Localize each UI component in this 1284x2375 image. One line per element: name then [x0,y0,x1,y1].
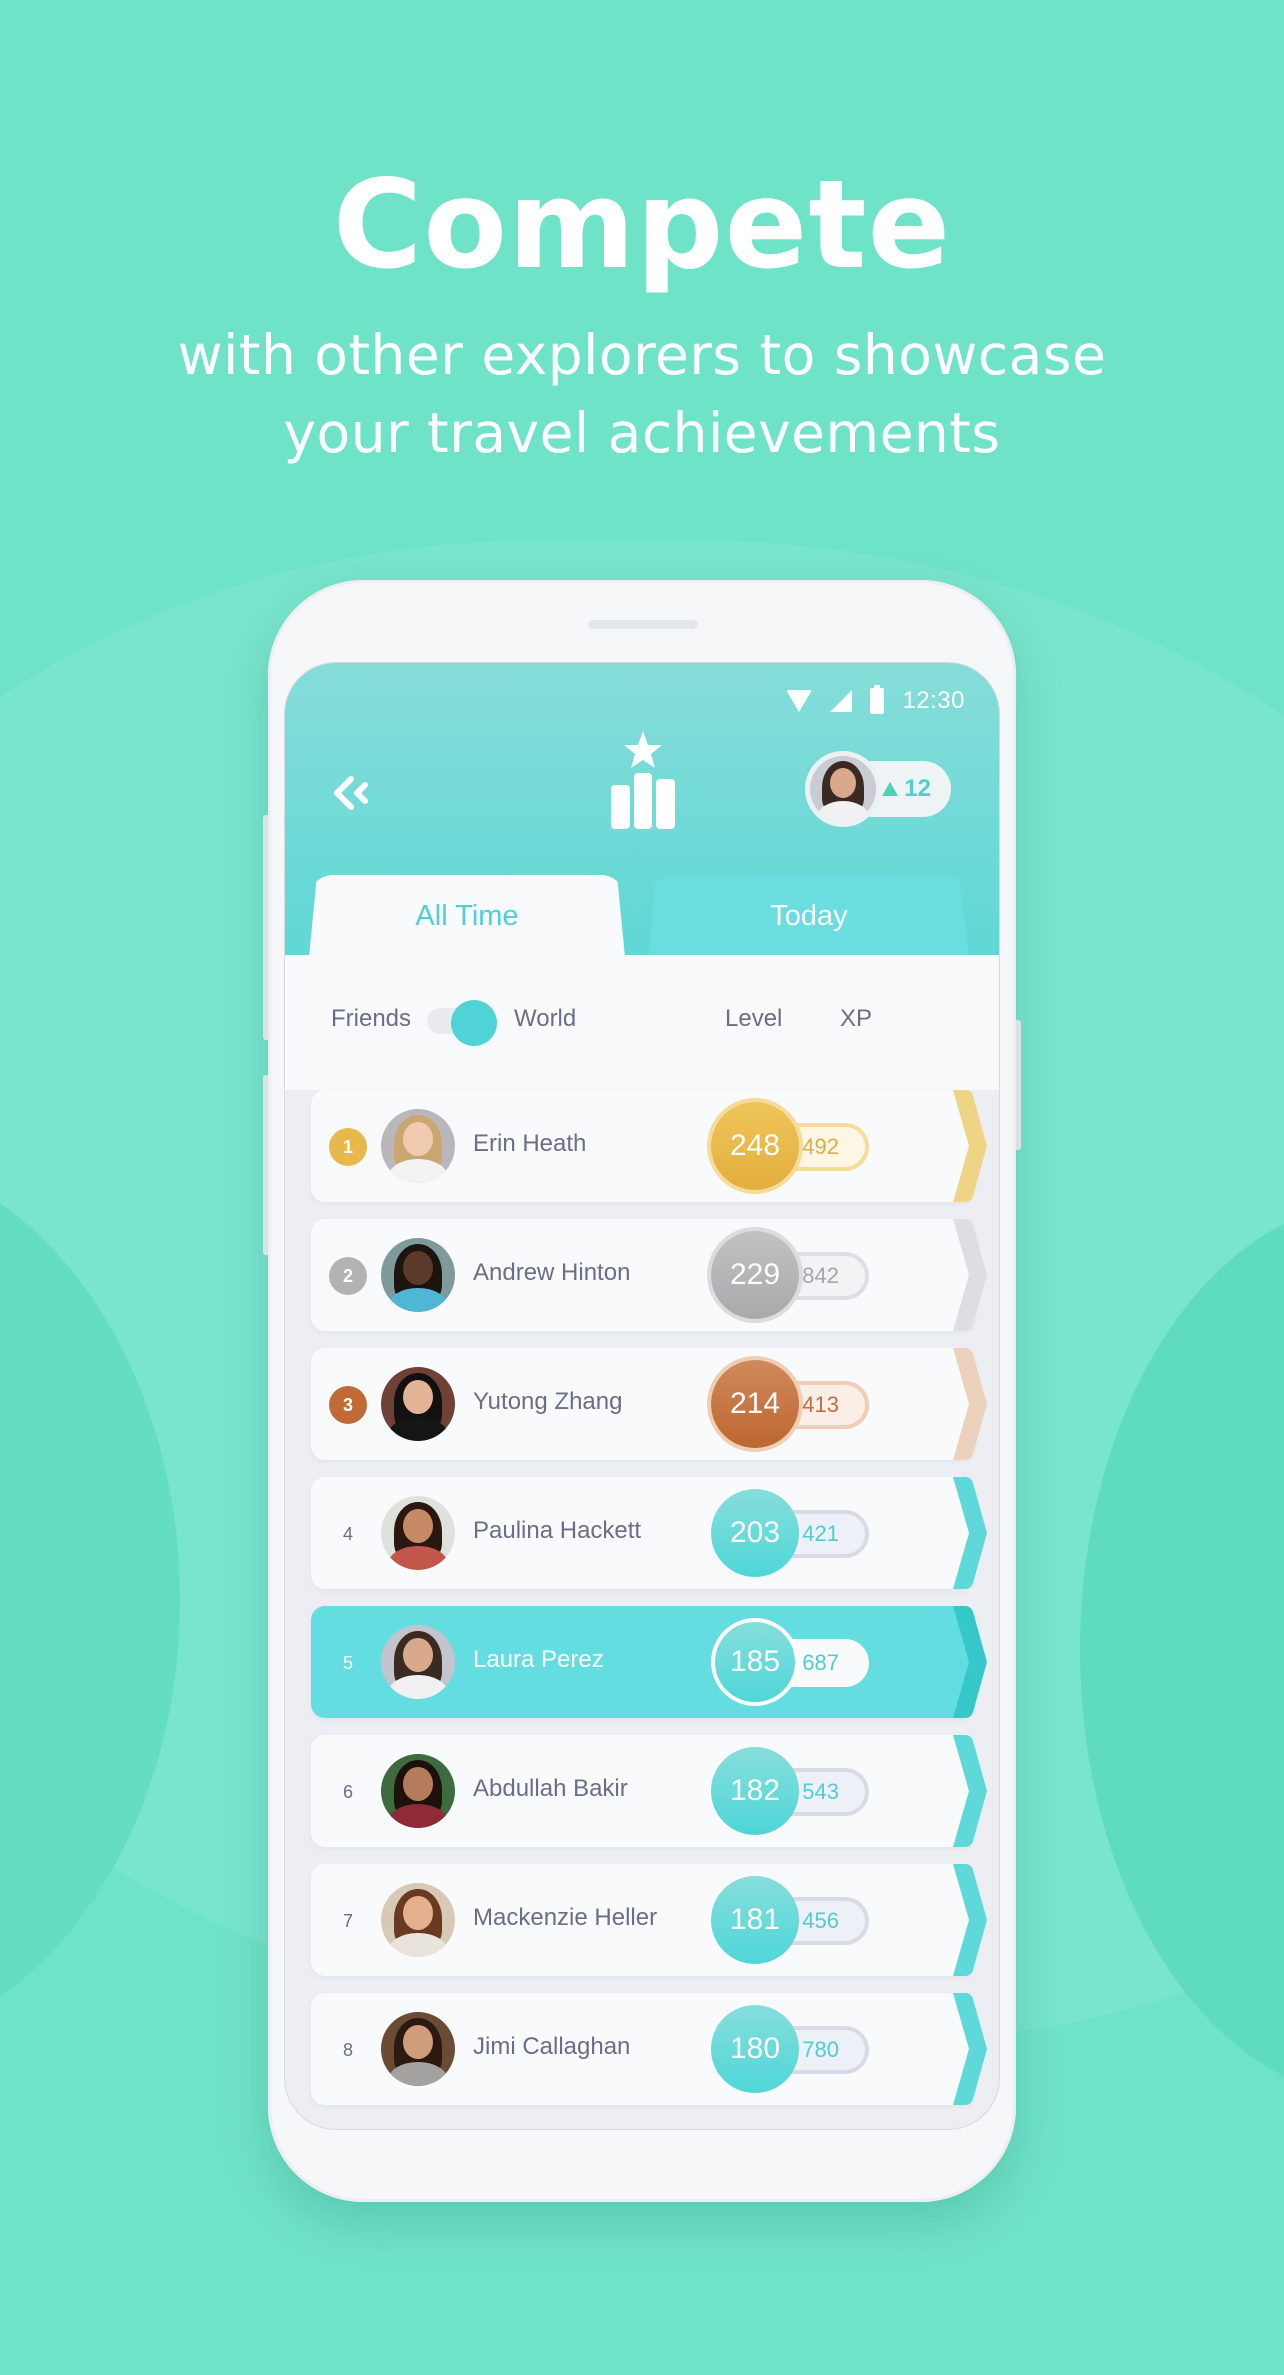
level-badge: 182 [711,1747,799,1835]
user-avatar [381,1883,455,1957]
chevron-right-icon [953,1090,987,1202]
toggle-knob [451,1000,497,1046]
friends-label[interactable]: Friends [331,1005,411,1033]
user-avatar [381,2012,455,2086]
level-badge: 214 [711,1360,799,1448]
rank-badge: 8 [342,2039,353,2060]
battery-icon [870,685,885,714]
rank-badge: 5 [342,1652,353,1673]
avatar-image [810,756,876,822]
user-name: Andrew Hinton [473,1259,631,1286]
double-chevron-left-icon [334,776,368,810]
app-header: 12:30 12 All Time Today [285,663,999,957]
leaderboard-row[interactable]: 6 Abdullah Bakir 17 543 182 [311,1735,987,1847]
level-column-header: Level [725,1005,783,1032]
app-screen: 12:30 12 All Time Today Friends World Le… [284,662,1000,2130]
user-avatar [381,1238,455,1312]
level-badge: 185 [711,1618,799,1706]
user-avatar [381,1754,455,1828]
leaderboard-row[interactable]: 1 Erin Heath 24 492 248 [311,1090,987,1202]
user-name: Yutong Zhang [473,1388,623,1415]
back-button[interactable] [325,763,385,823]
current-user-avatar [805,751,881,827]
leaderboard-star-icon [607,731,679,831]
rank-badge: 1 [329,1128,367,1166]
level-badge: 181 [711,1876,799,1964]
chevron-right-icon [953,1219,987,1331]
user-name: Erin Heath [473,1130,587,1157]
rank-badge: 2 [329,1257,367,1295]
chevron-right-icon [953,1735,987,1847]
current-user-badge[interactable]: 12 [805,751,955,827]
leaderboard-row[interactable]: 4 Paulina Hackett 20 421 203 [311,1477,987,1589]
leaderboard-row[interactable]: 8 Jimi Callaghan 16 780 180 [311,1993,987,2105]
leaderboard-row[interactable]: 2 Andrew Hinton 22 842 229 [311,1219,987,1331]
user-avatar [381,1625,455,1699]
phone-speaker [588,620,698,629]
level-badge: 203 [711,1489,799,1577]
user-avatar [381,1367,455,1441]
level-badge: 248 [711,1102,799,1190]
chevron-right-icon [953,1348,987,1460]
friends-world-toggle[interactable] [427,1000,499,1046]
chevron-right-icon [953,1993,987,2105]
chevron-right-icon [953,1477,987,1589]
user-name: Abdullah Bakir [473,1775,628,1802]
user-name: Paulina Hackett [473,1517,642,1544]
leaderboard-row[interactable]: 5 Laura Perez 17 687 185 [311,1606,987,1718]
leaderboard-row[interactable]: 7 Mackenzie Heller 17 456 181 [311,1864,987,1976]
rank-badge: 4 [342,1523,353,1544]
status-bar: 12:30 [786,683,965,719]
promo-subtitle-line2: your travel achievements [283,401,1001,465]
signal-icon [830,690,853,712]
filter-bar: Friends World Level XP [285,955,999,1090]
status-time: 12:30 [902,687,965,714]
tab-today[interactable]: Today [649,875,969,957]
world-label[interactable]: World [514,1005,576,1033]
rank-badge: 7 [342,1910,353,1931]
xp-column-header: XP [840,1005,873,1032]
rank-change-value: 12 [904,775,931,802]
level-badge: 229 [711,1231,799,1319]
wifi-icon [786,690,813,712]
user-avatar [381,1496,455,1570]
level-badge: 180 [711,2005,799,2093]
user-name: Jimi Callaghan [473,2033,631,2060]
promo-title: Compete [332,154,952,296]
rank-badge: 6 [342,1781,353,1802]
triangle-up-icon [882,782,899,796]
user-avatar [381,1109,455,1183]
rank-badge: 3 [329,1386,367,1424]
chevron-right-icon [953,1606,987,1718]
user-name: Laura Perez [473,1646,604,1673]
promo-subtitle-line1: with other explorers to showcase [177,323,1107,387]
user-name: Mackenzie Heller [473,1904,658,1931]
chevron-right-icon [953,1864,987,1976]
tab-all-time[interactable]: All Time [309,875,625,957]
leaderboard-row[interactable]: 3 Yutong Zhang 21 413 214 [311,1348,987,1460]
